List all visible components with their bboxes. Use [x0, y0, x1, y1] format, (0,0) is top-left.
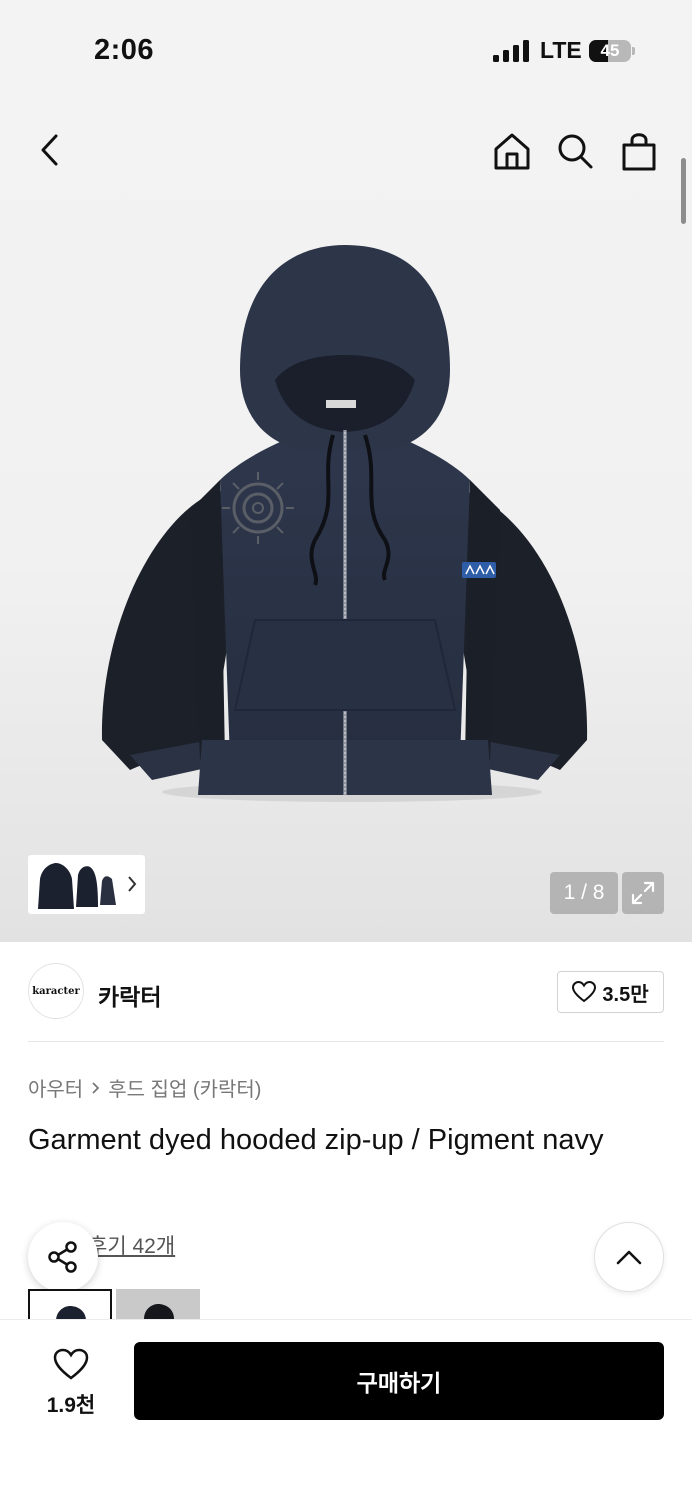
breadcrumb-subcategory[interactable]: 후드 집업 (카락터): [108, 1073, 261, 1102]
brand-like-button[interactable]: 3.5만: [557, 971, 664, 1013]
scroll-indicator[interactable]: [681, 158, 686, 224]
brand-row: karacter 카락터 3.5만: [28, 963, 664, 1021]
breadcrumb-category[interactable]: 아우터: [28, 1073, 83, 1102]
bottom-action-bar: 1.9천 구매하기: [0, 1319, 692, 1500]
brand-like-count: 3.5만: [602, 983, 649, 1006]
thumbnail-images: [38, 862, 116, 909]
color-option-navy[interactable]: [28, 1289, 112, 1319]
brand-name[interactable]: 카락터: [98, 978, 161, 1012]
heart-icon: [572, 981, 597, 1003]
image-page-counter: 1 / 8: [550, 872, 618, 914]
signal-strength-icon: [493, 40, 529, 62]
thumbnail-strip[interactable]: [28, 855, 145, 914]
status-bar: 2:06 LTE 45: [0, 0, 692, 100]
color-swatch-image: [144, 1304, 174, 1319]
battery-icon: 45: [589, 40, 635, 62]
battery-percent: 45: [600, 41, 620, 60]
home-button[interactable]: [490, 129, 534, 173]
fullscreen-button[interactable]: [622, 872, 664, 914]
network-type: LTE: [540, 37, 582, 63]
home-icon: [494, 133, 530, 170]
share-button[interactable]: [28, 1222, 98, 1292]
divider: [28, 1041, 664, 1042]
share-icon: [48, 1241, 77, 1273]
chevron-right-icon: [128, 876, 137, 892]
back-icon: [41, 134, 58, 166]
expand-icon: [631, 881, 655, 905]
search-button[interactable]: [553, 129, 597, 173]
chevron-right-icon: [92, 1081, 100, 1094]
breadcrumb: 아우터 후드 집업 (카락터): [28, 1073, 261, 1102]
heart-icon: [53, 1348, 89, 1380]
back-button[interactable]: [28, 128, 72, 172]
chevron-up-icon: [616, 1250, 642, 1265]
product-gallery[interactable]: 1 / 8: [0, 100, 692, 942]
brand-logo[interactable]: karacter: [28, 963, 84, 1019]
review-link[interactable]: 후기 42개: [88, 1230, 175, 1260]
color-option-2[interactable]: [116, 1289, 200, 1319]
color-swatch-image: [56, 1306, 86, 1319]
cart-button[interactable]: [617, 129, 661, 173]
status-time: 2:06: [94, 34, 155, 66]
wishlist-count: 1.9천: [46, 1394, 96, 1417]
wishlist-button[interactable]: 1.9천: [40, 1348, 102, 1419]
buy-button[interactable]: 구매하기: [134, 1342, 664, 1420]
scroll-to-top-button[interactable]: [594, 1222, 664, 1292]
product-image[interactable]: [90, 240, 600, 810]
shopping-bag-icon: [622, 133, 656, 171]
product-title: Garment dyed hooded zip-up / Pigment nav…: [28, 1124, 604, 1156]
search-icon: [558, 134, 593, 169]
